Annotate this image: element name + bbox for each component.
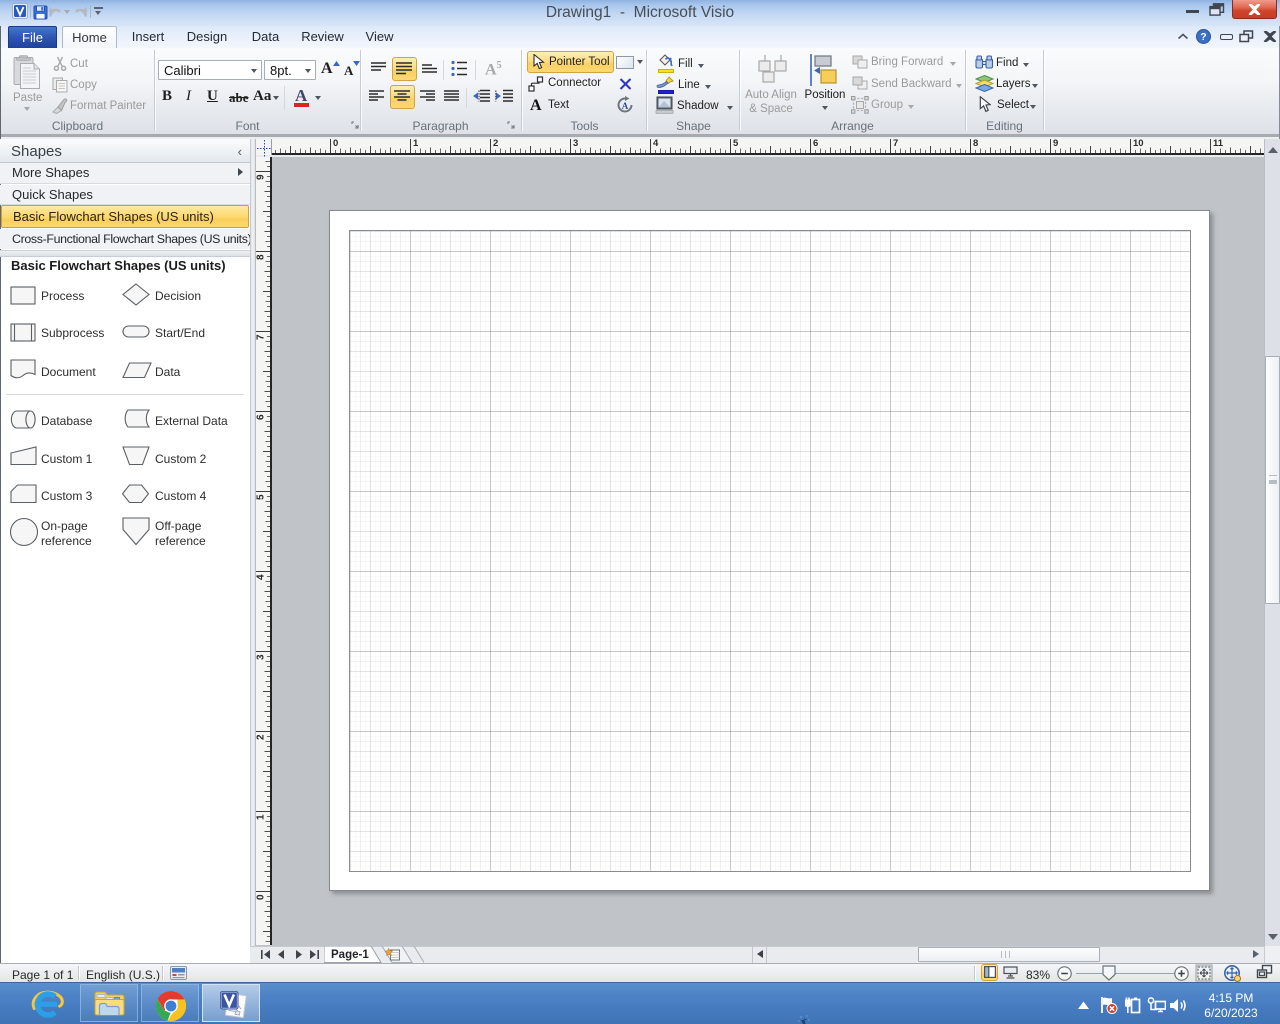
svg-text:3: 3 [256, 654, 267, 660]
svg-text:0: 0 [256, 894, 267, 900]
svg-text:A: A [622, 101, 629, 111]
svg-text:5: 5 [256, 494, 267, 500]
svg-text:1: 1 [256, 814, 267, 820]
svg-text:9: 9 [256, 174, 267, 180]
svg-text:8: 8 [256, 254, 267, 260]
svg-text:7: 7 [256, 334, 267, 340]
svg-text:4: 4 [256, 574, 267, 580]
svg-text:2: 2 [256, 734, 267, 740]
svg-text:6: 6 [256, 414, 267, 420]
svg-text:?: ? [1200, 31, 1206, 43]
